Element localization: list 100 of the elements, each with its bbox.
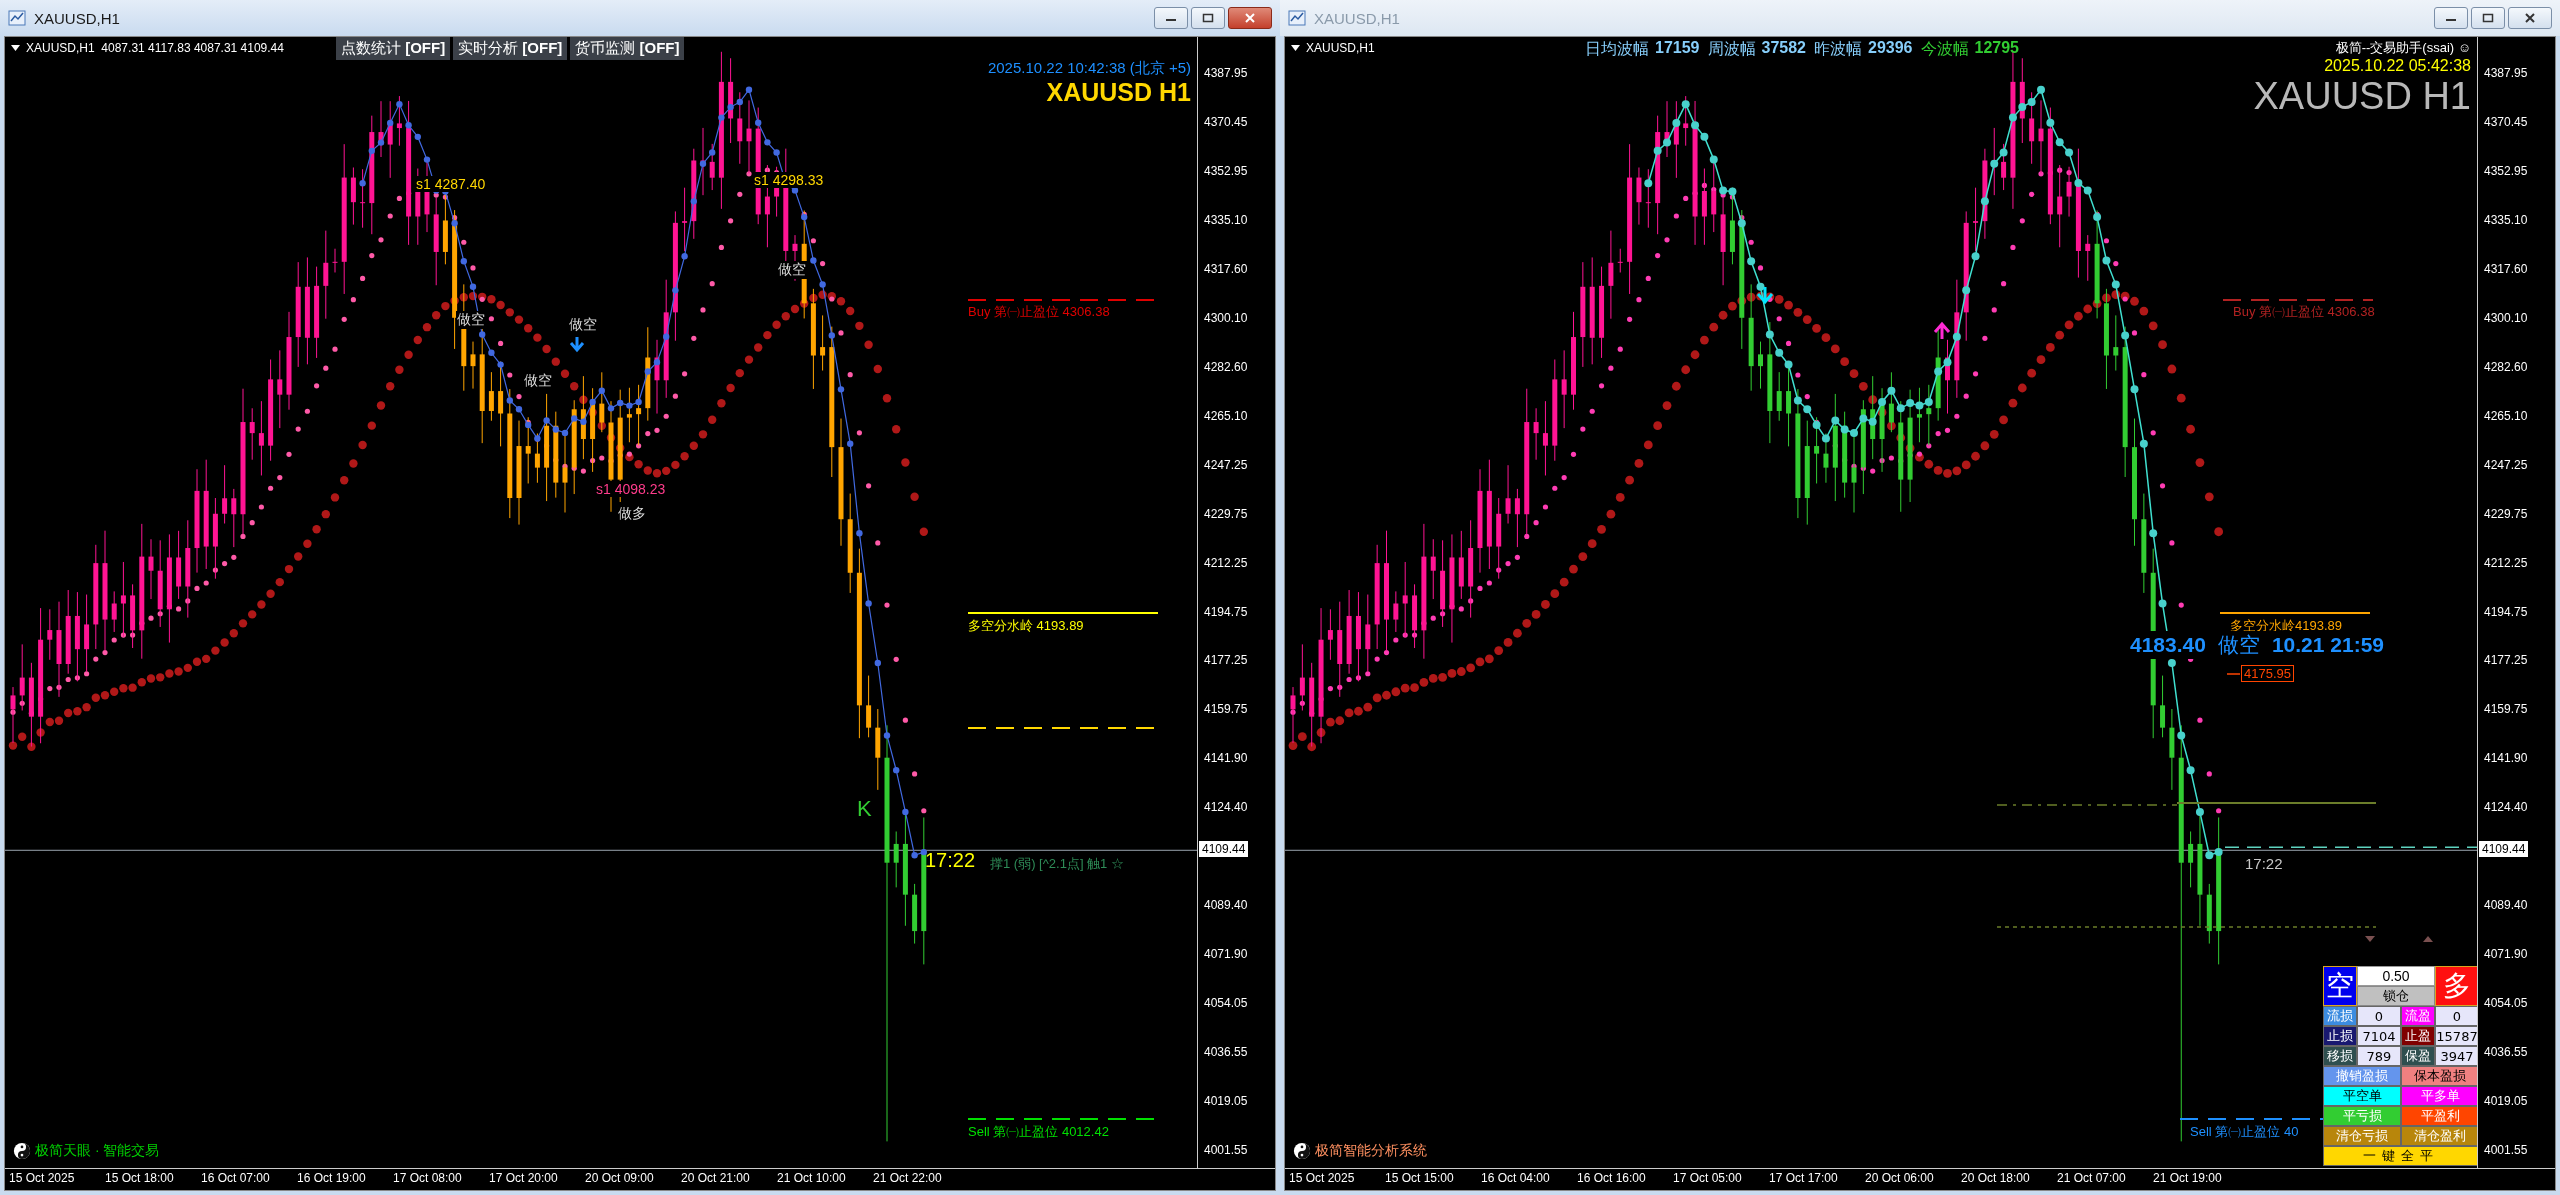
yin-yang-icon bbox=[13, 1142, 31, 1160]
assistant-label: 极简--交易助手(ssai) ☺ bbox=[2335, 39, 2471, 57]
panel-label: 流盈 bbox=[2401, 1006, 2435, 1026]
maximize-icon bbox=[2482, 13, 2494, 23]
close-button[interactable] bbox=[1228, 7, 1272, 29]
panel-action-button[interactable]: 保本盈损 bbox=[2401, 1066, 2477, 1086]
stop-price-label: 4175.95 bbox=[2241, 665, 2294, 682]
symbol-quote: XAUUSD,H1 bbox=[1306, 41, 1375, 55]
time-axis-label: 20 Oct 21:00 bbox=[681, 1171, 750, 1185]
time-axis-label: 17 Oct 08:00 bbox=[393, 1171, 462, 1185]
price-axis-label: 4352.95 bbox=[1204, 163, 1248, 178]
up-triangle-icon bbox=[2423, 936, 2433, 942]
price-axis-label: 4229.75 bbox=[1204, 506, 1248, 521]
datetime-label: 2025.10.22 10:42:38 (北京 +5) bbox=[987, 59, 1191, 78]
time-axis-label: 15 Oct 15:00 bbox=[1385, 1171, 1454, 1185]
panel-value: 789 bbox=[2357, 1046, 2401, 1066]
maximize-button[interactable] bbox=[1191, 7, 1225, 29]
price-axis-label: 4370.45 bbox=[2484, 114, 2528, 129]
up-arrow-icon bbox=[1933, 321, 1951, 341]
panel-label: 保盈 bbox=[2401, 1046, 2435, 1066]
time-axis-label: 15 Oct 2025 bbox=[1289, 1171, 1355, 1185]
price-axis-label: 4265.10 bbox=[1204, 408, 1248, 423]
price-axis-label: 4141.90 bbox=[2484, 751, 2528, 766]
signal-price: 4183.40 bbox=[2130, 633, 2206, 657]
toggle-button[interactable]: 实时分析 [OFF] bbox=[453, 37, 568, 60]
chart-annotation: s1 4298.33 bbox=[753, 172, 825, 188]
price-axis-label: 4212.25 bbox=[2484, 555, 2528, 570]
close-icon bbox=[2524, 13, 2536, 23]
panel-value: 7104 bbox=[2357, 1026, 2401, 1046]
price-axis-label: 4019.05 bbox=[1204, 1094, 1248, 1109]
stat-label: 周波幅 bbox=[1707, 39, 1756, 59]
price-axis-label: 4229.75 bbox=[2484, 506, 2528, 521]
time-axis-label: 20 Oct 18:00 bbox=[1961, 1171, 2030, 1185]
close-icon bbox=[1244, 13, 1256, 23]
time-axis-label: 21 Oct 22:00 bbox=[873, 1171, 942, 1185]
time-axis-label: 17 Oct 20:00 bbox=[489, 1171, 558, 1185]
price-axis-label: 4370.45 bbox=[1204, 114, 1248, 129]
stat-label: 日均波幅 bbox=[1585, 39, 1649, 59]
down-arrow-icon bbox=[569, 335, 585, 353]
sell-button[interactable]: 空 bbox=[2323, 966, 2357, 1006]
stat-value: 29396 bbox=[1868, 39, 1913, 58]
toggle-button[interactable]: 点数统计 [OFF] bbox=[336, 37, 451, 60]
chart-annotation: 做空 bbox=[523, 372, 553, 390]
down-triangle-icon bbox=[2365, 936, 2375, 942]
stat-value: 12795 bbox=[1974, 39, 2019, 58]
symbol-quote: XAUUSD,H1 4087.31 4117.83 4087.31 4109.44 bbox=[26, 41, 284, 55]
price-axis-label: 4054.05 bbox=[2484, 996, 2528, 1011]
countdown-label: 17:22 bbox=[925, 849, 976, 872]
price-axis-label: 4317.60 bbox=[1204, 261, 1248, 276]
chart-window-icon bbox=[1288, 10, 1306, 26]
support-label: 撑1 (弱) [^2.1点] 触1 ☆ bbox=[990, 855, 1124, 873]
panel-value: 0 bbox=[2435, 1006, 2477, 1026]
lot-size-field[interactable]: 0.50 bbox=[2357, 966, 2435, 986]
price-axis-label: 4124.40 bbox=[2484, 800, 2528, 815]
price-axis-label: 4124.40 bbox=[1204, 800, 1248, 815]
price-axis-label: 4159.75 bbox=[2484, 702, 2528, 717]
lock-button[interactable]: 锁仓 bbox=[2357, 986, 2435, 1006]
stat-value: 17159 bbox=[1655, 39, 1700, 58]
dropdown-icon bbox=[1291, 44, 1300, 52]
time-axis-label: 21 Oct 07:00 bbox=[2057, 1171, 2126, 1185]
time-axis-label: 17 Oct 05:00 bbox=[1673, 1171, 1742, 1185]
panel-value: 15787 bbox=[2435, 1026, 2477, 1046]
window-title: XAUUSD,H1 bbox=[34, 9, 120, 27]
time-axis-label: 17 Oct 17:00 bbox=[1769, 1171, 1838, 1185]
symbol-title: XAUUSD H1 bbox=[2253, 75, 2471, 118]
toggle-button[interactable]: 货币监测 [OFF] bbox=[570, 37, 685, 60]
time-axis-label: 21 Oct 10:00 bbox=[777, 1171, 846, 1185]
price-axis-label: 4387.95 bbox=[2484, 66, 2528, 80]
minimize-button[interactable] bbox=[1154, 7, 1188, 29]
panel-label: 止损 bbox=[2323, 1026, 2357, 1046]
time-axis-label: 16 Oct 07:00 bbox=[201, 1171, 270, 1185]
panel-label: 移损 bbox=[2323, 1046, 2357, 1066]
brand-label: 极简智能分析系统 bbox=[1315, 1142, 1427, 1160]
datetime-label: 2025.10.22 05:42:38 bbox=[2324, 57, 2471, 75]
symbol-title: XAUUSD H1 bbox=[1046, 78, 1191, 107]
price-axis-label: 4247.25 bbox=[1204, 457, 1248, 472]
price-axis-label: 4177.25 bbox=[1204, 653, 1248, 668]
price-axis-label: 4282.60 bbox=[1204, 359, 1248, 374]
yin-yang-icon bbox=[1293, 1142, 1311, 1160]
time-axis-label: 21 Oct 19:00 bbox=[2153, 1171, 2222, 1185]
buy-button[interactable]: 多 bbox=[2435, 966, 2477, 1006]
panel-value: 3947 bbox=[2435, 1046, 2477, 1066]
price-axis-label: 4282.60 bbox=[2484, 359, 2528, 374]
countdown-label: 17:22 bbox=[2245, 855, 2283, 872]
current-price-label: 4109.44 bbox=[2479, 841, 2529, 858]
panel-action-button[interactable]: 平空单 bbox=[2323, 1086, 2401, 1106]
price-axis-label: 4036.55 bbox=[2484, 1045, 2528, 1060]
stat-value: 37582 bbox=[1761, 39, 1806, 58]
panel-action-button[interactable]: 一键全平 bbox=[2323, 1146, 2477, 1166]
price-axis-label: 4212.25 bbox=[1204, 555, 1248, 570]
panel-label: 流损 bbox=[2323, 1006, 2357, 1026]
price-axis-label: 4352.95 bbox=[2484, 163, 2528, 178]
chart-annotation: s1 4098.23 bbox=[595, 481, 667, 497]
chart-annotation: 做空 bbox=[568, 316, 598, 334]
price-axis-label: 4001.55 bbox=[2484, 1143, 2528, 1157]
price-axis-label: 4019.05 bbox=[2484, 1094, 2528, 1109]
time-axis-label: 16 Oct 19:00 bbox=[297, 1171, 366, 1185]
brand-label: 极简天眼 · 智能交易 bbox=[35, 1142, 160, 1160]
price-axis-label: 4194.75 bbox=[1204, 604, 1248, 619]
price-axis-label: 4300.10 bbox=[1204, 310, 1248, 325]
